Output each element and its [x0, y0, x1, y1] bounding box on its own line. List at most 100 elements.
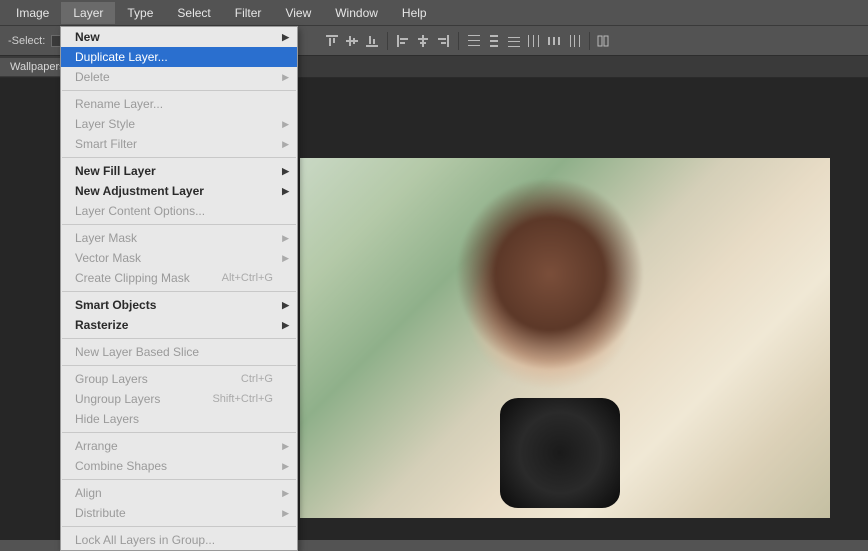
menu-item-label: Vector Mask — [75, 251, 141, 265]
menu-item-new-layer-based-slice: New Layer Based Slice — [61, 342, 297, 362]
submenu-arrow-icon: ▶ — [282, 300, 289, 311]
menu-item-hide-layers: Hide Layers — [61, 409, 297, 429]
menu-item-delete: Delete ▶ — [61, 67, 297, 87]
menu-shortcut: Shift+Ctrl+G — [212, 393, 273, 405]
menu-separator — [62, 291, 296, 292]
distribute-vcenter-icon[interactable] — [485, 32, 503, 50]
menu-item-rasterize[interactable]: Rasterize ▶ — [61, 315, 297, 335]
toolbar-separator — [387, 32, 388, 50]
distribute-hcenter-icon[interactable] — [545, 32, 563, 50]
menu-shortcut: Alt+Ctrl+G — [222, 272, 273, 284]
align-top-icon[interactable] — [323, 32, 341, 50]
menu-item-align: Align ▶ — [61, 483, 297, 503]
menu-view[interactable]: View — [273, 2, 323, 24]
submenu-arrow-icon: ▶ — [282, 32, 289, 43]
menu-item-label: Align — [75, 486, 102, 500]
layer-menu-dropdown: New ▶ Duplicate Layer... Delete ▶ Rename Laye… — [60, 26, 298, 551]
toolbar-separator — [589, 32, 590, 50]
menu-separator — [62, 90, 296, 91]
menu-image[interactable]: Image — [4, 2, 61, 24]
menu-item-new-fill-layer[interactable]: New Fill Layer ▶ — [61, 161, 297, 181]
menu-item-label: New Adjustment Layer — [75, 184, 204, 198]
menu-item-label: Combine Shapes — [75, 459, 167, 473]
menu-item-label: Hide Layers — [75, 412, 139, 426]
menu-item-label: Layer Style — [75, 117, 135, 131]
menu-item-label: Smart Filter — [75, 137, 137, 151]
menu-item-smart-objects[interactable]: Smart Objects ▶ — [61, 295, 297, 315]
align-left-icon[interactable] — [394, 32, 412, 50]
submenu-arrow-icon: ▶ — [282, 139, 289, 150]
menu-select[interactable]: Select — [165, 2, 222, 24]
menu-separator — [62, 157, 296, 158]
menu-item-label: Lock All Layers in Group... — [75, 533, 215, 547]
menu-item-rename-layer: Rename Layer... — [61, 94, 297, 114]
submenu-arrow-icon: ▶ — [282, 119, 289, 130]
menu-item-duplicate-layer[interactable]: Duplicate Layer... — [61, 47, 297, 67]
distribute-right-icon[interactable] — [565, 32, 583, 50]
menu-separator — [62, 338, 296, 339]
submenu-arrow-icon: ▶ — [282, 461, 289, 472]
menu-separator — [62, 526, 296, 527]
align-vcenter-icon[interactable] — [343, 32, 361, 50]
align-icon-group — [323, 32, 614, 50]
menu-item-vector-mask: Vector Mask ▶ — [61, 248, 297, 268]
menu-item-label: New Layer Based Slice — [75, 345, 199, 359]
menu-item-label: Duplicate Layer... — [75, 50, 168, 64]
align-hcenter-icon[interactable] — [414, 32, 432, 50]
menu-item-label: Delete — [75, 70, 110, 84]
menu-item-layer-content-options: Layer Content Options... — [61, 201, 297, 221]
menu-item-label: Rename Layer... — [75, 97, 163, 111]
menu-item-label: New — [75, 30, 100, 44]
menu-item-label: Smart Objects — [75, 298, 156, 312]
menu-separator — [62, 479, 296, 480]
align-bottom-icon[interactable] — [363, 32, 381, 50]
menu-separator — [62, 365, 296, 366]
submenu-arrow-icon: ▶ — [282, 233, 289, 244]
submenu-arrow-icon: ▶ — [282, 72, 289, 83]
toolbar-separator — [458, 32, 459, 50]
menu-item-layer-mask: Layer Mask ▶ — [61, 228, 297, 248]
menu-item-label: Create Clipping Mask — [75, 271, 190, 285]
submenu-arrow-icon: ▶ — [282, 186, 289, 197]
menu-separator — [62, 224, 296, 225]
menu-filter[interactable]: Filter — [223, 2, 274, 24]
menu-separator — [62, 432, 296, 433]
menu-item-distribute: Distribute ▶ — [61, 503, 297, 523]
menu-type[interactable]: Type — [115, 2, 165, 24]
submenu-arrow-icon: ▶ — [282, 441, 289, 452]
submenu-arrow-icon: ▶ — [282, 320, 289, 331]
submenu-arrow-icon: ▶ — [282, 508, 289, 519]
menu-item-label: Ungroup Layers — [75, 392, 160, 406]
submenu-arrow-icon: ▶ — [282, 488, 289, 499]
auto-align-icon[interactable] — [596, 32, 614, 50]
distribute-top-icon[interactable] — [465, 32, 483, 50]
menu-layer[interactable]: Layer — [61, 2, 115, 24]
distribute-bottom-icon[interactable] — [505, 32, 523, 50]
menu-item-combine-shapes: Combine Shapes ▶ — [61, 456, 297, 476]
menu-item-arrange: Arrange ▶ — [61, 436, 297, 456]
menu-help[interactable]: Help — [390, 2, 439, 24]
menu-item-label: Distribute — [75, 506, 126, 520]
submenu-arrow-icon: ▶ — [282, 253, 289, 264]
menu-item-label: Layer Mask — [75, 231, 137, 245]
menu-item-label: Rasterize — [75, 318, 128, 332]
menu-item-lock-all-layers-in-group: Lock All Layers in Group... — [61, 530, 297, 550]
menu-item-layer-style: Layer Style ▶ — [61, 114, 297, 134]
menu-item-label: Layer Content Options... — [75, 204, 205, 218]
menu-window[interactable]: Window — [323, 2, 390, 24]
distribute-left-icon[interactable] — [525, 32, 543, 50]
menu-item-group-layers: Group Layers Ctrl+G — [61, 369, 297, 389]
menu-item-smart-filter: Smart Filter ▶ — [61, 134, 297, 154]
align-right-icon[interactable] — [434, 32, 452, 50]
auto-select-label: -Select: — [8, 35, 45, 47]
menu-item-new-adjustment-layer[interactable]: New Adjustment Layer ▶ — [61, 181, 297, 201]
canvas-image — [300, 158, 830, 518]
menu-item-new[interactable]: New ▶ — [61, 27, 297, 47]
menu-item-label: Arrange — [75, 439, 118, 453]
menu-shortcut: Ctrl+G — [241, 373, 273, 385]
menu-item-label: Group Layers — [75, 372, 148, 386]
menu-item-label: New Fill Layer — [75, 164, 156, 178]
menu-item-create-clipping-mask: Create Clipping Mask Alt+Ctrl+G — [61, 268, 297, 288]
submenu-arrow-icon: ▶ — [282, 166, 289, 177]
menu-item-ungroup-layers: Ungroup Layers Shift+Ctrl+G — [61, 389, 297, 409]
